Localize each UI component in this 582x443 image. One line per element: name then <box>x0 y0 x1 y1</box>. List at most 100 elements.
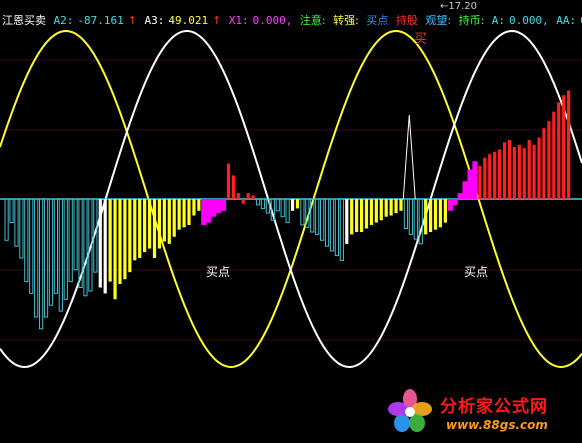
buy-point-annotation: 买点 <box>464 265 489 279</box>
histogram-bar <box>472 161 478 199</box>
histogram-bar <box>507 140 512 199</box>
histogram-bar <box>29 198 34 294</box>
x1-value: 0.000, <box>252 14 293 27</box>
histogram-bar <box>374 199 378 223</box>
histogram-bar <box>108 199 112 282</box>
a3-value: 49.021 <box>168 14 209 27</box>
a2-value: -87.161 <box>77 14 124 27</box>
histogram-bar <box>231 175 235 199</box>
histogram-bar <box>339 198 344 261</box>
histogram-bar <box>369 199 374 225</box>
hold-cash-label: 持币: <box>458 14 485 27</box>
histogram-bar <box>467 169 473 199</box>
histogram-bar <box>260 198 266 209</box>
a2-label: A2: <box>53 14 74 27</box>
watermark: 分析家公式网 www.88gs.com <box>384 388 580 438</box>
watch-label: 观望: <box>425 14 452 27</box>
histogram-bar <box>483 157 487 199</box>
histogram-bar <box>300 198 305 226</box>
a-label: A: <box>491 14 506 27</box>
histogram-bar <box>532 144 536 199</box>
histogram-bar <box>345 199 349 244</box>
histogram-bar <box>157 199 162 249</box>
histogram-bar <box>143 199 147 253</box>
histogram-bar <box>403 198 409 229</box>
histogram-bar <box>295 199 300 209</box>
histogram-bar <box>394 199 398 214</box>
histogram-bar <box>93 198 98 273</box>
histogram-bar <box>172 199 176 237</box>
histogram-bar <box>517 144 521 199</box>
buy-point-annotation: 买点 <box>206 265 231 279</box>
histogram-bar <box>73 198 78 271</box>
histogram-bar <box>4 198 9 241</box>
histogram-bar <box>197 199 201 211</box>
histogram-bar <box>452 199 458 205</box>
histogram-bar <box>177 199 181 230</box>
histogram-bar <box>433 199 438 230</box>
histogram-bar <box>236 193 240 199</box>
histogram-bar <box>527 140 531 199</box>
histogram-bar <box>334 198 340 257</box>
histogram-bar <box>438 199 443 228</box>
x1-label: X1: <box>228 14 249 27</box>
histogram-bar <box>133 199 137 261</box>
indicator-name: 江恩买卖 <box>2 14 46 27</box>
spike-line <box>402 114 416 200</box>
histogram-bar <box>567 90 571 199</box>
histogram-bar <box>192 199 196 216</box>
histogram-bar <box>324 198 330 247</box>
histogram-bar <box>355 199 359 233</box>
histogram-bar <box>462 181 468 199</box>
up-arrow-icon: ↑ <box>127 14 137 27</box>
histogram-bar <box>542 128 546 199</box>
indicator-header: 江恩买卖 A2: -87.161 ↑ A3: 49.021 ↑ X1: 0.000, 注意… <box>2 12 582 30</box>
a-value: 0.000, <box>509 14 549 27</box>
histogram-bar <box>359 199 364 233</box>
watermark-title: 分析家公式网 <box>440 397 548 417</box>
histogram-bar <box>562 95 566 199</box>
histogram-bar <box>206 199 212 223</box>
note-label: 注意: <box>299 14 326 27</box>
histogram-bar <box>68 198 73 283</box>
histogram-bar <box>447 199 453 211</box>
histogram-bar <box>413 198 418 240</box>
histogram-bar <box>493 151 497 199</box>
histogram-bar <box>280 198 285 218</box>
histogram-bar <box>241 199 245 204</box>
histogram-bar <box>275 198 280 212</box>
histogram-bar <box>384 199 388 217</box>
histogram-bar <box>226 163 231 199</box>
histogram-bar <box>557 102 561 199</box>
histogram-bar <box>63 198 68 300</box>
top-buy-marker: 买 <box>414 32 428 47</box>
histogram-bar <box>162 199 166 242</box>
top-price-label: ←17.20 <box>440 1 478 12</box>
histogram-bar <box>305 198 310 228</box>
histogram-bar <box>187 199 191 225</box>
aa-label: AA: <box>556 14 577 27</box>
histogram-bar <box>512 147 516 199</box>
histogram-bar <box>246 193 250 199</box>
histogram-bar <box>123 199 127 280</box>
histogram-bar <box>138 199 142 258</box>
histogram-bar <box>522 148 526 199</box>
histogram-bar <box>537 137 541 199</box>
histogram-bar <box>152 199 157 258</box>
histogram-bar <box>364 199 369 229</box>
histogram-bar <box>428 199 433 233</box>
histogram-bar <box>43 198 49 318</box>
histogram-bar <box>113 199 117 300</box>
histogram-bar <box>418 198 423 245</box>
histogram-bar <box>182 199 186 228</box>
histogram-bar <box>220 199 227 211</box>
histogram-bar <box>128 199 132 273</box>
histogram-bar <box>498 149 502 199</box>
histogram-bar <box>201 199 207 225</box>
histogram-bar <box>350 199 354 235</box>
histogram-bar <box>147 199 152 249</box>
histogram-bar <box>389 199 393 216</box>
histogram-bar <box>211 199 217 217</box>
histogram-bar <box>167 199 171 244</box>
histogram-bar <box>19 198 24 259</box>
